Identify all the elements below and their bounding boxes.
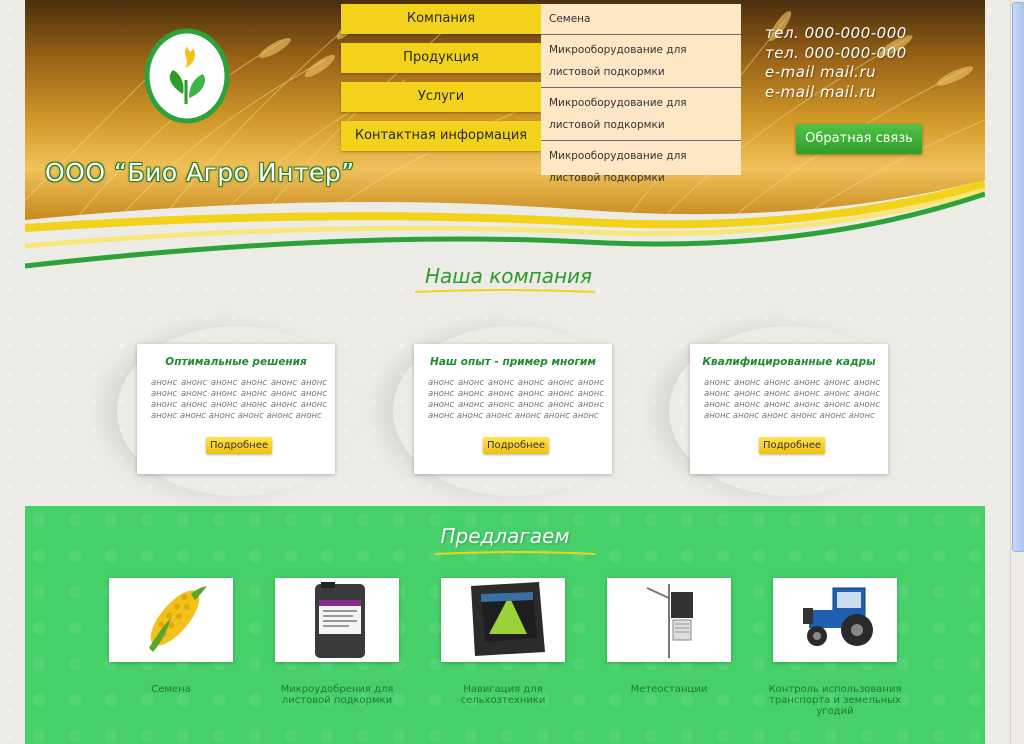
phone-number: тел. 000-000-000 (765, 43, 907, 62)
nav-item-company[interactable]: Компания (341, 4, 541, 34)
company-logo-icon (144, 28, 230, 124)
about-card: Наш опыт - пример многим анонс анонс ано… (414, 344, 612, 474)
submenu-item-seeds[interactable]: Семена (541, 4, 741, 35)
email-address[interactable]: e-mail mail.ru (765, 63, 975, 83)
about-card: Квалифицированные кадры анонс анонс анон… (690, 344, 888, 474)
vertical-scrollbar[interactable] (1010, 0, 1024, 744)
offer-label[interactable]: Навигация для сельхозтехники (423, 684, 583, 706)
offer-card[interactable] (607, 578, 731, 662)
about-section-title: Наша компания (425, 264, 593, 288)
offer-card[interactable] (441, 578, 565, 662)
nav-submenu: Семена Микрооборудование для листовой по… (541, 4, 741, 184)
offer-card[interactable] (275, 578, 399, 662)
submenu-item-micro-equipment[interactable]: Микрооборудование для листовой подкормки (541, 35, 741, 88)
more-button[interactable]: Подробнее (206, 437, 272, 454)
offer-label[interactable]: Метеостанции (589, 684, 749, 695)
offers-section: Предлагаем Семена Микроудобрения для лис… (25, 506, 985, 744)
submenu-item-micro-equipment[interactable]: Микрооборудование для листовой подкормки (541, 88, 741, 141)
company-name: ООО “Био Агро Интер” (45, 158, 355, 187)
card-title: Наш опыт - пример многим (430, 356, 596, 368)
fertilizer-canister-image (315, 582, 365, 658)
weather-station-image (646, 584, 693, 658)
header: ООО “Био Агро Интер” Компания Продукция … (25, 0, 985, 272)
title-underline-decoration (415, 289, 595, 293)
site-container: ООО “Био Агро Интер” Компания Продукция … (25, 0, 985, 744)
card-text: анонс анонс анонс анонс анонс анонс анон… (428, 378, 604, 421)
offer-label[interactable]: Микроудобрения для листовой подкормки (257, 684, 417, 706)
nav-item-contacts[interactable]: Контактная информация (341, 121, 541, 151)
tractor-image (803, 587, 873, 646)
nav-item-services[interactable]: Услуги (341, 82, 541, 112)
corn-image (149, 586, 207, 652)
card-text: анонс анонс анонс анонс анонс анонс анон… (151, 378, 327, 421)
more-button[interactable]: Подробнее (759, 437, 825, 454)
email-address[interactable]: e-mail mail.ru (765, 83, 975, 103)
title-underline-decoration (435, 551, 595, 555)
navigation-device-image (471, 582, 545, 656)
page: ООО “Био Агро Интер” Компания Продукция … (0, 0, 1010, 744)
offer-label[interactable]: Контроль использования транспорта и земе… (755, 684, 915, 717)
offers-section-title: Предлагаем (440, 524, 570, 548)
submenu-item-micro-equipment[interactable]: Микрооборудование для листовой подкормки (541, 141, 741, 193)
scrollbar-thumb[interactable] (1012, 2, 1024, 552)
offer-card[interactable] (773, 578, 897, 662)
card-title: Квалифицированные кадры (702, 356, 876, 368)
offer-label[interactable]: Семена (91, 684, 251, 695)
feedback-button[interactable]: Обратная связь (796, 124, 922, 154)
card-text: анонс анонс анонс анонс анонс анонс анон… (704, 378, 880, 421)
nav-item-products[interactable]: Продукция (341, 43, 541, 73)
contact-info: тел. 000-000-000 тел. 000-000-000 e-mail… (765, 24, 975, 102)
phone-number: тел. 000-000-000 (765, 24, 907, 42)
card-title: Оптимальные решения (165, 356, 307, 368)
main-nav: Компания Продукция Услуги Контактная инф… (341, 4, 541, 160)
offer-card[interactable] (109, 578, 233, 662)
about-card: Оптимальные решения анонс анонс анонс ан… (137, 344, 335, 474)
more-button[interactable]: Подробнее (483, 437, 549, 454)
